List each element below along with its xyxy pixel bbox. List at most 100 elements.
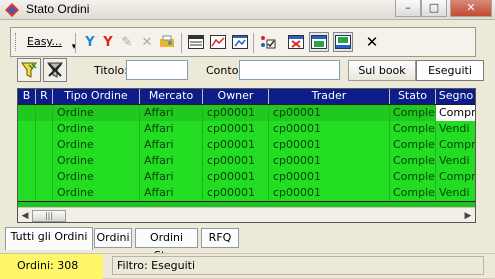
title-bar[interactable]: Stato Ordini – □ ✕ [0, 0, 495, 20]
col-tipo-ordine-header[interactable]: Tipo Ordine [53, 89, 140, 104]
toolbar-grip[interactable] [15, 33, 18, 51]
horizontal-scrollbar[interactable]: ◀ ||| ▶ [18, 207, 475, 222]
titolo-input[interactable] [126, 60, 188, 80]
toolbar-separator [253, 33, 254, 53]
toolbar-separator [75, 33, 76, 53]
grid-view-icon[interactable] [187, 33, 205, 51]
conto-input[interactable] [239, 60, 340, 80]
grid-header: B R Tipo Ordine Mercato Owner Trader Sta… [18, 89, 475, 104]
table-row[interactable]: Ordine Affari cp00001 cp00001 Complete C… [18, 105, 475, 121]
cell-r [36, 185, 53, 201]
filter-bar: Titolo: Conto: Sul book Eseguiti [10, 58, 484, 84]
easy-menu[interactable]: Easy... [27, 35, 62, 48]
layout-icon[interactable] [309, 32, 329, 52]
cell-b [18, 185, 36, 201]
orders-grid[interactable]: B R Tipo Ordine Mercato Owner Trader Sta… [17, 88, 476, 223]
cell-segno: Compra [436, 105, 475, 121]
col-mercato-header[interactable]: Mercato [140, 89, 203, 104]
cell-stato: Complete [390, 137, 436, 153]
cell-stato: Complete [390, 169, 436, 185]
cell-trader: cp00001 [269, 153, 390, 169]
order-count: Ordini: 308 [17, 259, 79, 272]
cell-owner: cp00001 [203, 137, 269, 153]
scroll-right-icon[interactable]: ▶ [462, 210, 474, 222]
cell-segno: Compra [436, 137, 475, 153]
cross-window-icon[interactable] [287, 33, 305, 51]
tab-ordini-stop[interactable]: Ordini Stop [135, 228, 198, 262]
cell-mercato: Affari [140, 185, 203, 201]
col-owner-header[interactable]: Owner [203, 89, 269, 104]
col-trader-header[interactable]: Trader [269, 89, 390, 104]
clear-filter-button[interactable] [43, 58, 67, 82]
col-r-header[interactable]: R [36, 89, 53, 104]
cell-stato: Complete [390, 121, 436, 137]
order-status-window: Stato Ordini – □ ✕ Easy... ▾ Y Y ✎ ✕ ✕ T… [0, 0, 495, 279]
cell-owner: cp00001 [203, 169, 269, 185]
scrollbar-thumb[interactable]: ||| [32, 210, 66, 222]
cell-mercato: Affari [140, 105, 203, 121]
main-toolbar: Easy... ▾ Y Y ✎ ✕ ✕ [10, 27, 476, 57]
cell-tipo-ordine: Ordine [53, 169, 140, 185]
col-segno-header[interactable]: Segno [436, 89, 475, 104]
cell-b [18, 121, 36, 137]
delete-icon[interactable]: ✕ [138, 33, 156, 51]
scroll-left-icon[interactable]: ◀ [19, 210, 31, 222]
cell-r [36, 121, 53, 137]
tab-ordini[interactable]: Ordini [94, 228, 132, 248]
cell-b [18, 105, 36, 121]
cell-r [36, 169, 53, 185]
vertical-scroll-gutter [476, 88, 484, 223]
cell-segno: Vendi [436, 153, 475, 169]
filter-funnel-button[interactable] [17, 58, 41, 82]
cell-mercato: Affari [140, 153, 203, 169]
cell-tipo-ordine: Ordine [53, 105, 140, 121]
cell-tipo-ordine: Ordine [53, 185, 140, 201]
filter-icon[interactable]: Y [81, 33, 99, 51]
col-stato-header[interactable]: Stato [390, 89, 436, 104]
chart-icon[interactable] [209, 33, 227, 51]
tab-rfq[interactable]: RFQ [201, 228, 239, 248]
cell-trader: cp00001 [269, 121, 390, 137]
cell-owner: cp00001 [203, 105, 269, 121]
table-row[interactable]: Ordine Affari cp00001 cp00001 Complete C… [18, 137, 475, 153]
cell-mercato: Affari [140, 137, 203, 153]
layout-active-icon[interactable] [333, 32, 353, 52]
checklist-icon[interactable] [259, 33, 277, 51]
table-row[interactable]: Ordine Affari cp00001 cp00001 Complete V… [18, 153, 475, 169]
cell-owner: cp00001 [203, 185, 269, 201]
cell-stato: Complete [390, 105, 436, 121]
cell-owner: cp00001 [203, 153, 269, 169]
cell-trader: cp00001 [269, 137, 390, 153]
sul-book-button[interactable]: Sul book [348, 60, 416, 81]
table-row[interactable]: Ordine Affari cp00001 cp00001 Complete V… [18, 185, 475, 201]
chart-window-icon[interactable] [231, 33, 249, 51]
cell-stato: Complete [390, 185, 436, 201]
close-icon[interactable]: ✕ [363, 33, 381, 51]
col-b-header[interactable]: B [18, 89, 36, 104]
cell-trader: cp00001 [269, 185, 390, 201]
eseguiti-button[interactable]: Eseguiti [416, 60, 484, 81]
edit-icon[interactable]: ✎ [118, 33, 136, 51]
cell-b [18, 137, 36, 153]
cell-owner: cp00001 [203, 121, 269, 137]
cell-stato: Complete [390, 153, 436, 169]
titolo-label: Titolo: [94, 64, 128, 77]
filter-red-icon[interactable]: Y [99, 33, 117, 51]
cell-segno: Vendi [436, 121, 475, 137]
tab-tutti-gli-ordini[interactable]: Tutti gli Ordini [5, 227, 93, 250]
cell-tipo-ordine: Ordine [53, 153, 140, 169]
maximize-button[interactable]: □ [421, 0, 447, 17]
close-window-button[interactable]: ✕ [450, 0, 492, 17]
cell-tipo-ordine: Ordine [53, 121, 140, 137]
cell-r [36, 105, 53, 121]
cell-tipo-ordine: Ordine [53, 137, 140, 153]
window-title: Stato Ordini [26, 2, 90, 16]
clear-filter-icon [47, 62, 63, 78]
table-row[interactable]: Ordine Affari cp00001 cp00001 Complete C… [18, 169, 475, 185]
minimize-button[interactable]: – [395, 0, 421, 17]
table-row[interactable]: Ordine Affari cp00001 cp00001 Complete V… [18, 121, 475, 137]
print-icon[interactable] [158, 33, 176, 51]
status-bar: Ordini: 308 Filtro: Eseguiti [0, 253, 495, 279]
filter-status: Filtro: Eseguiti [112, 256, 484, 275]
app-icon [5, 3, 19, 17]
